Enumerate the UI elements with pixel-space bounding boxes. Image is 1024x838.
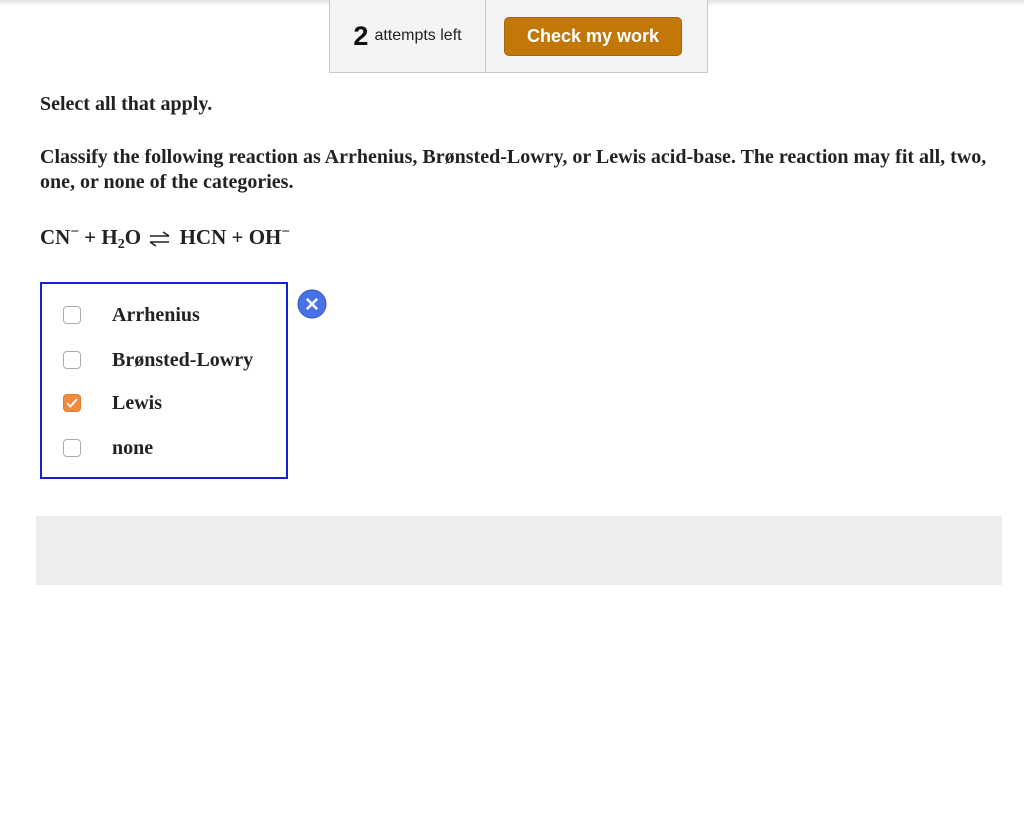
cn-charge: − <box>70 224 79 240</box>
feedback-panel <box>36 516 1002 585</box>
check-button-wrap: Check my work <box>486 0 707 72</box>
option-bronsted-lowry[interactable]: Brønsted-Lowry <box>42 345 286 375</box>
oh-charge: − <box>281 224 290 240</box>
check-my-work-button[interactable]: Check my work <box>504 16 682 56</box>
attempts-count: 2 <box>353 20 369 51</box>
reactant-h2o-h: H <box>101 225 118 249</box>
checkbox-unchecked[interactable] <box>63 351 81 369</box>
reaction-equation: CN− + H2O HCN + OH− <box>40 224 290 253</box>
product-hcn: HCN <box>179 225 227 249</box>
h2o-subscript: 2 <box>117 237 125 252</box>
instruction-text: Select all that apply. <box>40 93 213 115</box>
option-lewis[interactable]: Lewis <box>42 388 286 418</box>
plus-sign: + <box>84 225 97 249</box>
equilibrium-arrow-icon <box>149 231 170 247</box>
checkbox-checked[interactable] <box>63 394 81 412</box>
checkbox-unchecked[interactable] <box>63 306 81 324</box>
question-prompt: Classify the following reaction as Arrhe… <box>40 146 987 193</box>
checkmark-icon <box>66 398 78 408</box>
answer-options: Arrhenius Brønsted-Lowry Lewis none <box>40 282 288 479</box>
plus-sign-2: + <box>231 225 244 249</box>
option-label: Brønsted-Lowry <box>112 348 254 371</box>
option-label: Arrhenius <box>112 303 200 326</box>
option-label: Lewis <box>112 391 162 414</box>
incorrect-x-icon <box>297 289 327 319</box>
reactant-cn: CN <box>40 225 71 249</box>
attempt-bar: 2 attempts left Check my work <box>329 0 708 73</box>
reactant-h2o-o: O <box>124 225 142 249</box>
option-none[interactable]: none <box>42 433 286 463</box>
product-oh: OH <box>248 225 282 249</box>
attempts-label: attempts left <box>374 27 462 44</box>
option-label: none <box>112 436 154 459</box>
option-arrhenius[interactable]: Arrhenius <box>42 300 286 330</box>
checkbox-unchecked[interactable] <box>63 439 81 457</box>
attempts-indicator: 2 attempts left <box>330 0 486 72</box>
